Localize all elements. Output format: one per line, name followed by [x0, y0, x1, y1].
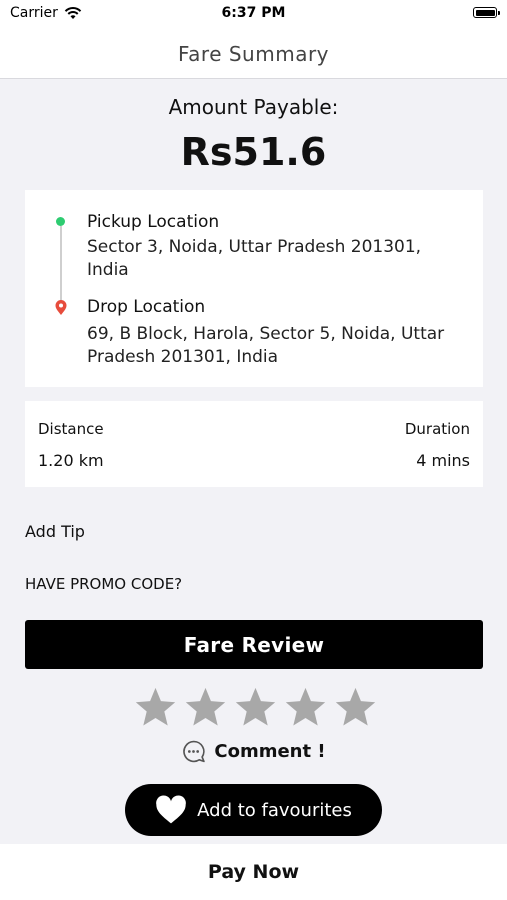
status-bar: Carrier 6:37 PM — [0, 0, 507, 30]
drop-pin-icon — [55, 300, 67, 315]
drop-location-label: Drop Location — [87, 297, 206, 317]
add-to-favourites-label: Add to favourites — [197, 799, 352, 821]
pay-now-label: Pay Now — [207, 861, 300, 883]
amount-payable-value: Rs51.6 — [180, 130, 327, 174]
route-line — [60, 226, 62, 302]
fare-review-button[interactable]: Fare Review — [25, 620, 483, 669]
comment-bubble-icon — [183, 740, 206, 763]
star-icon-1[interactable] — [133, 685, 178, 730]
star-icon-5[interactable] — [333, 685, 378, 730]
clock: 6:37 PM — [221, 5, 286, 21]
trip-details-card: Distance 1.20 km Duration 4 mins — [25, 401, 483, 487]
battery-icon — [473, 7, 500, 18]
location-card: Pickup Location Sector 3, Noida, Uttar P… — [25, 190, 483, 387]
amount-payable-label: Amount Payable: — [168, 95, 339, 119]
add-to-favourites-button[interactable]: Add to favourites — [125, 784, 382, 836]
distance-value: 1.20 km — [38, 451, 104, 470]
pickup-address: Sector 3, Noida, Uttar Pradesh 201301, I… — [87, 237, 422, 280]
star-icon-4[interactable] — [283, 685, 328, 730]
page-title: Fare Summary — [177, 42, 330, 66]
navigation-bar: Fare Summary — [0, 30, 507, 79]
drop-address: 69, B Block, Harola, Sector 5, Noida, Ut… — [87, 324, 445, 367]
pay-now-button[interactable]: Pay Now — [0, 844, 507, 900]
promo-code-link[interactable]: HAVE PROMO CODE? — [25, 575, 182, 593]
star-rating — [133, 685, 378, 733]
pickup-dot-icon — [56, 217, 65, 226]
pickup-location-label: Pickup Location — [87, 212, 220, 232]
comment-button[interactable]: Comment ! — [0, 739, 507, 764]
duration-label: Duration — [404, 420, 470, 438]
star-icon-2[interactable] — [183, 685, 228, 730]
distance-label: Distance — [38, 420, 104, 438]
duration-value: 4 mins — [416, 451, 470, 470]
comment-label: Comment ! — [214, 741, 326, 762]
heart-icon — [156, 795, 186, 824]
add-tip-link[interactable]: Add Tip — [25, 522, 85, 541]
star-icon-3[interactable] — [233, 685, 278, 730]
